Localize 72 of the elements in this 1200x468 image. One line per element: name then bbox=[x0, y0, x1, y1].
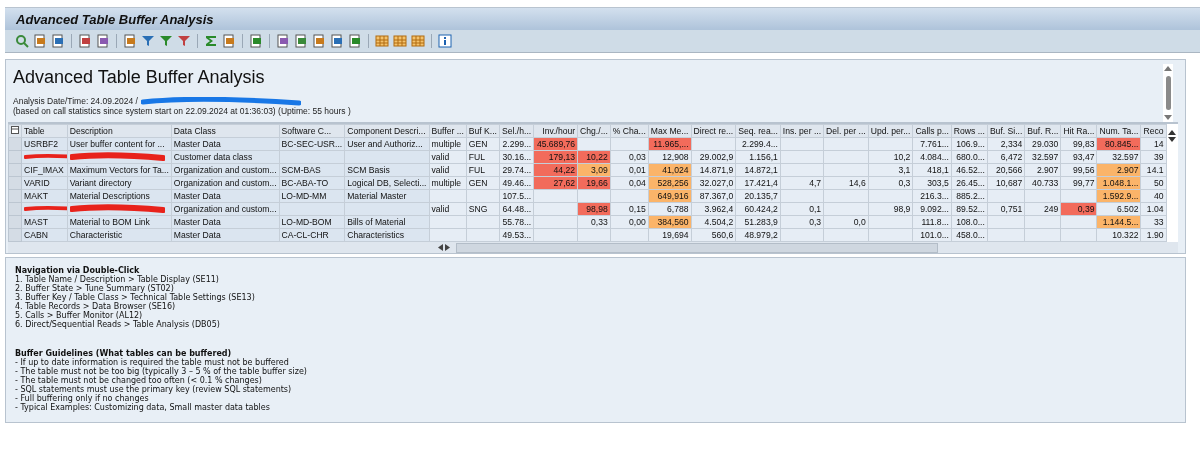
help-text: - The table must not be too big (typically 3 – 5 % of the table buffer size) bbox=[15, 367, 308, 376]
column-header[interactable]: Software C... bbox=[279, 124, 345, 138]
column-header[interactable]: Del. per ... bbox=[823, 124, 869, 138]
column-header[interactable]: Buf K... bbox=[466, 124, 500, 138]
column-header[interactable]: Max Me... bbox=[648, 124, 692, 138]
document-icon[interactable] bbox=[123, 34, 137, 48]
filter-icon[interactable] bbox=[159, 34, 173, 48]
column-header[interactable]: % Cha... bbox=[610, 124, 649, 138]
column-header[interactable]: Direct re... bbox=[691, 124, 736, 138]
help-heading: Buffer Guidelines (What tables can be buffered) bbox=[15, 349, 232, 358]
help-text: 6. Direct/Sequential Reads > Table Analysis (DB05) bbox=[15, 320, 221, 329]
document-icon[interactable] bbox=[312, 34, 326, 48]
table-cell: FUL bbox=[466, 150, 500, 164]
document-icon[interactable] bbox=[330, 34, 344, 48]
document-icon[interactable] bbox=[51, 34, 65, 48]
scroll-up-icon[interactable] bbox=[1168, 130, 1177, 135]
help-text: 5. Calls > Buffer Monitor (AL12) bbox=[15, 311, 144, 320]
window-title: Advanced Table Buffer Analysis bbox=[16, 11, 214, 27]
column-header[interactable]: Data Class bbox=[171, 124, 280, 138]
column-header[interactable]: Sel./h... bbox=[499, 124, 534, 138]
document-icon[interactable] bbox=[249, 34, 263, 48]
column-header[interactable]: Rows ... bbox=[951, 124, 988, 138]
search-icon[interactable] bbox=[15, 34, 29, 48]
help-text: - The table must not be changed too often (< 0.1 % changes) bbox=[15, 376, 262, 385]
statistics-text: (based on call statistics since system start on 22.09.2024 at 01:36:03) (Uptime: 55 hours ) bbox=[13, 106, 352, 116]
document-icon[interactable] bbox=[294, 34, 308, 48]
report-heading: Advanced Table Buffer Analysis bbox=[13, 67, 266, 88]
column-header[interactable]: Reco bbox=[1140, 124, 1167, 138]
document-icon[interactable] bbox=[96, 34, 110, 48]
horizontal-scrollbar[interactable] bbox=[8, 242, 1178, 253]
scroll-down-icon[interactable] bbox=[1168, 137, 1177, 142]
grid-icon[interactable] bbox=[411, 34, 425, 48]
column-header[interactable]: Chg./... bbox=[577, 124, 611, 138]
help-text: - Full buffering only if no changes bbox=[15, 394, 149, 403]
document-icon[interactable] bbox=[78, 34, 92, 48]
column-header[interactable]: Upd. per... bbox=[868, 124, 913, 138]
document-icon[interactable] bbox=[222, 34, 236, 48]
column-header[interactable]: Calls p... bbox=[912, 124, 952, 138]
help-text: - Typical Examples: Customizing data, Small master data tables bbox=[15, 403, 271, 412]
help-text: 2. Buffer State > Tune Summary (ST02) bbox=[15, 284, 175, 293]
column-header[interactable]: Num. Ta... bbox=[1096, 124, 1141, 138]
scroll-left-icon[interactable] bbox=[438, 244, 443, 251]
document-icon[interactable] bbox=[33, 34, 47, 48]
grid-icon[interactable] bbox=[375, 34, 389, 48]
analysis-date-text: Analysis Date/Time: 24.09.2024 / bbox=[13, 96, 138, 106]
document-icon[interactable] bbox=[348, 34, 362, 48]
scroll-right-icon[interactable] bbox=[445, 244, 450, 251]
column-header[interactable]: Component Descri... bbox=[344, 124, 429, 138]
column-header[interactable]: Hit Ra... bbox=[1060, 124, 1097, 138]
info-icon[interactable] bbox=[438, 34, 452, 48]
help-text: - SQL statements must use the primary key (review SQL statements) bbox=[15, 385, 293, 394]
column-header[interactable]: Table bbox=[21, 124, 68, 138]
column-header[interactable]: Description bbox=[67, 124, 172, 138]
column-header[interactable]: Buf. Si... bbox=[987, 124, 1025, 138]
help-heading: Navigation via Double-Click bbox=[15, 266, 140, 275]
sum-icon[interactable] bbox=[204, 34, 218, 48]
help-text: - If up to date information is required the table must not be buffered bbox=[15, 358, 289, 367]
help-text: 3. Buffer Key / Table Class > Technical Table Settings (SE13) bbox=[15, 293, 256, 302]
table-cell: SNG bbox=[466, 202, 500, 216]
help-text: 1. Table Name / Description > Table Display (SE11) bbox=[15, 275, 220, 284]
document-icon[interactable] bbox=[276, 34, 290, 48]
column-header[interactable]: Ins. per ... bbox=[780, 124, 824, 138]
column-header[interactable]: Buffer ... bbox=[429, 124, 467, 138]
column-header[interactable]: Buf. R... bbox=[1024, 124, 1061, 138]
column-header[interactable]: Inv./hour bbox=[533, 124, 578, 138]
filter-icon[interactable] bbox=[177, 34, 191, 48]
table-cell: GEN bbox=[466, 176, 500, 190]
column-header[interactable]: Seq. rea... bbox=[735, 124, 781, 138]
filter-icon[interactable] bbox=[141, 34, 155, 48]
layout-icon[interactable] bbox=[8, 124, 22, 138]
grid-icon[interactable] bbox=[393, 34, 407, 48]
help-text: 4. Table Records > Data Browser (SE16) bbox=[15, 302, 177, 311]
